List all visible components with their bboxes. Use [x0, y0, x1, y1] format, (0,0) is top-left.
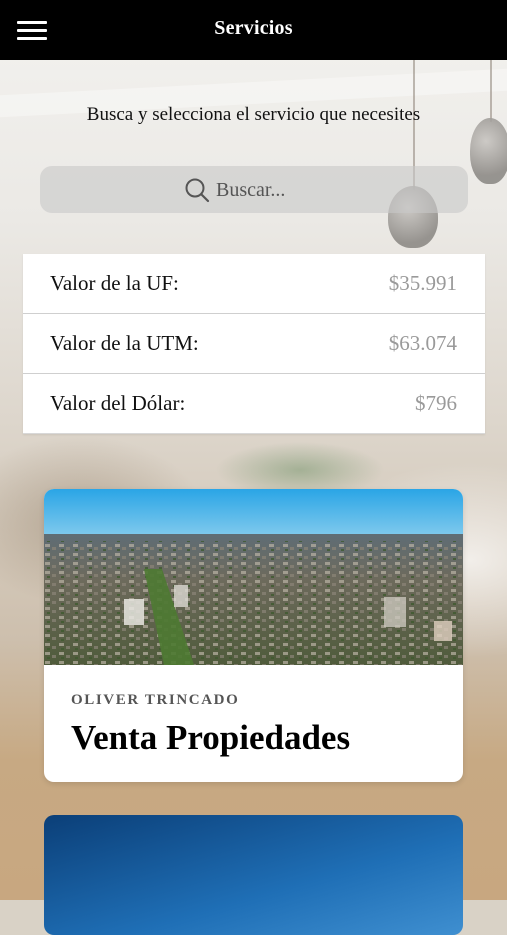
aerial-city-photo	[44, 489, 463, 665]
search-bar[interactable]	[40, 166, 468, 213]
service-card-next[interactable]	[44, 815, 463, 935]
page-title: Servicios	[214, 17, 293, 39]
search-icon	[185, 178, 210, 203]
instructions-text: Busca y selecciona el servicio que neces…	[86, 104, 421, 125]
rate-label: Valor de la UTM:	[50, 331, 199, 355]
rate-value: $63.074	[388, 331, 457, 355]
rate-row-utm: Valor de la UTM: $63.074	[23, 314, 485, 374]
blue-sky-photo	[44, 815, 463, 935]
card-title: Venta Propiedades	[71, 718, 351, 757]
indicator-rates-list: Valor de la UF: $35.991 Valor de la UTM:…	[23, 254, 485, 434]
search-input[interactable]	[216, 178, 416, 202]
service-card-venta-propiedades[interactable]: OLIVER TRINCADO Venta Propiedades	[44, 489, 463, 782]
rate-label: Valor de la UF:	[50, 271, 179, 295]
rate-row-uf: Valor de la UF: $35.991	[23, 254, 485, 314]
rate-row-dolar: Valor del Dólar: $796	[23, 374, 485, 434]
rate-value: $35.991	[388, 271, 457, 295]
rate-label: Valor del Dólar:	[50, 391, 186, 415]
card-author: OLIVER TRINCADO	[71, 692, 240, 708]
top-bar: Servicios	[0, 0, 507, 60]
rate-value: $796	[415, 391, 457, 415]
